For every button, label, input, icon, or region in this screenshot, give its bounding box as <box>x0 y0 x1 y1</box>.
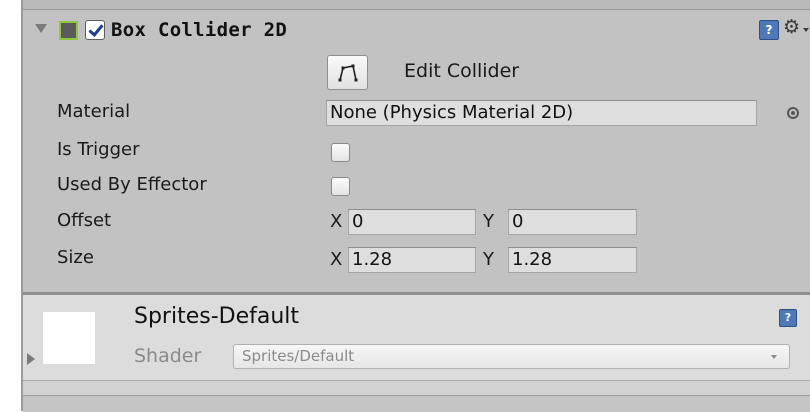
material-foldout-icon[interactable] <box>27 353 35 365</box>
component-enabled-checkbox[interactable] <box>85 20 105 40</box>
size-x-field[interactable]: 1.28 <box>348 247 476 273</box>
shader-dropdown[interactable]: Sprites/Default <box>233 344 790 369</box>
offset-x-field[interactable]: 0 <box>348 209 476 235</box>
shader-label: Shader <box>134 345 202 367</box>
dropdown-caret-icon <box>771 355 777 359</box>
edit-collider-label: Edit Collider <box>404 60 520 82</box>
edit-collider-button[interactable] <box>327 55 368 90</box>
size-y-field[interactable]: 1.28 <box>508 247 637 273</box>
previous-component-edge <box>23 0 810 10</box>
box-collider-icon <box>59 21 78 40</box>
shader-dropdown-value: Sprites/Default <box>242 347 355 365</box>
component-title: Box Collider 2D <box>111 19 288 41</box>
edit-collider-icon <box>338 64 358 82</box>
lower-divider <box>23 380 810 395</box>
offset-y-label: Y <box>483 211 494 232</box>
size-label: Size <box>57 247 94 268</box>
offset-y-field[interactable]: 0 <box>508 209 637 235</box>
inspector-panel: Box Collider 2D ? ⚙ Edit Collider Materi… <box>21 0 810 412</box>
settings-caret-icon[interactable] <box>803 28 809 32</box>
material-object-field[interactable]: None (Physics Material 2D) <box>326 100 757 126</box>
size-y-label: Y <box>483 249 494 270</box>
material-section: Sprites-Default ? Shader Sprites/Default <box>23 295 810 380</box>
is-trigger-checkbox[interactable] <box>331 143 350 162</box>
material-preview-thumbnail <box>43 312 95 364</box>
help-icon[interactable]: ? <box>759 20 779 40</box>
material-name: Sprites-Default <box>134 304 300 329</box>
used-by-effector-checkbox[interactable] <box>331 177 350 196</box>
next-component-edge <box>23 395 810 412</box>
component-header[interactable]: Box Collider 2D ? ⚙ <box>23 10 810 46</box>
is-trigger-label: Is Trigger <box>57 139 140 160</box>
size-x-label: X <box>330 249 343 270</box>
offset-label: Offset <box>57 210 112 231</box>
object-picker-icon[interactable] <box>787 107 799 119</box>
offset-x-label: X <box>330 211 343 232</box>
foldout-arrow-icon[interactable] <box>35 24 47 33</box>
material-help-icon[interactable]: ? <box>779 309 797 327</box>
settings-gear-icon[interactable]: ⚙ <box>783 16 800 38</box>
material-label: Material <box>57 101 131 122</box>
used-by-effector-label: Used By Effector <box>57 174 207 195</box>
